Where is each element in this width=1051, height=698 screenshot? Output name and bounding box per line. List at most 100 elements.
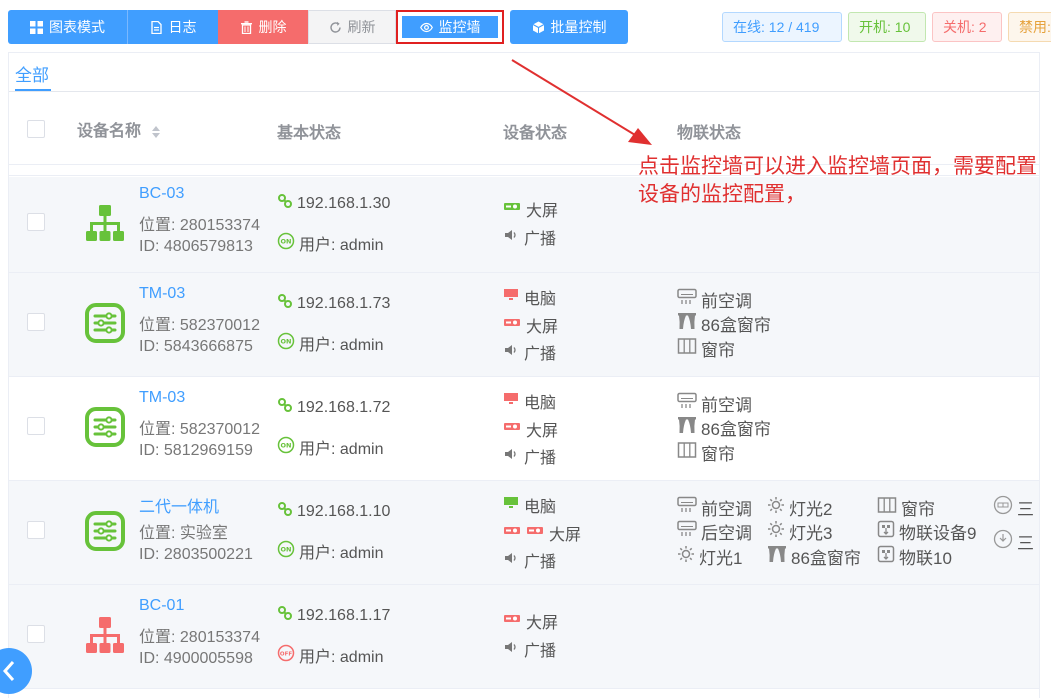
iot-status-item[interactable]: 灯光2: [767, 495, 832, 520]
iot-status-label: 窗帘: [701, 445, 735, 464]
select-all-checkbox[interactable]: [27, 120, 45, 138]
device-status-item: 广播: [503, 340, 556, 364]
annotation-text: 点击监控墙可以进入监控墙页面，需要配置设备的监控配置，: [638, 154, 1037, 206]
monitor-wall-label: 监控墙: [438, 19, 481, 35]
svg-text:OFF: OFF: [280, 651, 292, 657]
iot-status-item[interactable]: 窗帘: [877, 495, 935, 520]
refresh-label: 刷新: [347, 19, 376, 35]
device-name-link[interactable]: BC-03: [139, 185, 184, 203]
device-location: 位置: 582370012: [139, 421, 260, 438]
broadcast-icon: [503, 447, 519, 466]
iot-status-item[interactable]: 窗帘: [677, 336, 735, 361]
large-screen-icon: [503, 420, 521, 438]
user-value: 用户: admin: [299, 441, 384, 458]
monitor-wall-button[interactable]: 监控墙: [396, 10, 504, 44]
device-status-item: 大屏: [503, 417, 558, 441]
device-location: 位置: 582370012: [139, 317, 260, 334]
cube-icon: [532, 21, 544, 33]
iot-status-item[interactable]: 86盒窗帘: [677, 415, 771, 440]
delete-label: 删除: [258, 19, 287, 35]
iot-status-item[interactable]: 后空调: [677, 519, 752, 544]
device-status-item: 广播: [503, 548, 556, 572]
trash-icon: [240, 20, 252, 34]
iot-status-item[interactable]: 灯光1: [677, 544, 742, 569]
power-off-badge: 关机: 2: [932, 12, 1002, 42]
terminal-icon: [83, 301, 127, 345]
link-icon: [277, 605, 293, 626]
ip-value: 192.168.1.72: [297, 398, 391, 416]
user-info: ON 用户: admin: [277, 331, 383, 355]
table-row[interactable]: TM-03 位置: 582370012 ID: 5843666875 192.168.…: [9, 273, 1039, 377]
power-on-badge: 开机: 10: [848, 12, 926, 42]
iot-status-item[interactable]: 三: [993, 529, 1034, 554]
device-status-item: 广播: [503, 444, 556, 468]
ip-value: 192.168.1.30: [297, 194, 391, 212]
log-button[interactable]: 日志: [128, 10, 218, 44]
iot-status-item[interactable]: 前空调: [677, 495, 752, 520]
user-value: 用户: admin: [299, 337, 384, 354]
batch-control-label: 批量控制: [550, 19, 607, 35]
iot-status-item[interactable]: 灯光3: [767, 519, 832, 544]
device-name-link[interactable]: TM-03: [139, 389, 185, 407]
link-icon: [277, 501, 293, 522]
delete-button[interactable]: 删除: [218, 10, 308, 44]
sort-icon[interactable]: [151, 125, 161, 139]
link-icon: [277, 193, 293, 214]
iot-device-icon: [877, 545, 895, 568]
device-status-label: 电脑: [524, 291, 557, 308]
air-conditioner-icon: [677, 392, 697, 415]
row-checkbox[interactable]: [27, 213, 45, 231]
batch-control-button[interactable]: 批量控制: [510, 10, 628, 44]
pc-icon: [503, 496, 519, 515]
ip-address: 192.168.1.10: [277, 501, 390, 522]
iot-status-item[interactable]: 前空调: [677, 287, 752, 312]
refresh-button[interactable]: 刷新: [308, 10, 396, 44]
iot-status-label: 前空调: [701, 500, 752, 519]
table-row[interactable]: TM-03 位置: 582370012 ID: 5812969159 192.168.…: [9, 377, 1039, 481]
device-status-label: 电脑: [524, 499, 557, 516]
column-header-name[interactable]: 设备名称: [77, 117, 161, 141]
user-value: 用户: admin: [299, 237, 384, 254]
device-panel: 全部 设备名称 基本状态 设备状态 物联状态 BC-03 位置: 28015337…: [8, 52, 1040, 698]
column-header-device: 设备状态: [503, 125, 568, 142]
row-checkbox[interactable]: [27, 313, 45, 331]
chart-mode-button[interactable]: 图表模式: [8, 10, 128, 44]
iot-status-label: 86盒窗帘: [791, 549, 861, 568]
power-on-icon: ON: [277, 232, 295, 255]
device-status-item: 电脑: [503, 493, 556, 517]
iot-status-label: 灯光1: [699, 549, 743, 568]
power-on-icon: ON: [277, 436, 295, 459]
iot-status-item[interactable]: 86盒窗帘: [767, 544, 861, 569]
iot-status-item[interactable]: 86盒窗帘: [677, 311, 771, 336]
device-status-label: 广播: [524, 346, 557, 363]
iot-status-item[interactable]: 前空调: [677, 391, 752, 416]
device-circle-icon: [993, 529, 1013, 554]
curtain-switch-icon: [767, 545, 787, 568]
iot-status-item[interactable]: 物联设备9: [877, 519, 976, 544]
iot-status-item[interactable]: 三: [993, 495, 1034, 520]
table-row[interactable]: 二代一体机 位置: 实验室 ID: 2803500221 192.168.1.10 ON…: [9, 481, 1039, 585]
tab-all[interactable]: 全部: [15, 61, 49, 86]
device-status-item: 广播: [503, 225, 556, 249]
device-status-label: 广播: [524, 643, 557, 660]
iot-status-label: 窗帘: [701, 341, 735, 360]
iot-status-label: 三: [1017, 534, 1034, 553]
device-name-link[interactable]: 二代一体机: [139, 493, 219, 517]
monitor-wall-inner: 监控墙: [401, 15, 499, 39]
device-name-link[interactable]: TM-03: [139, 285, 185, 303]
device-status-label: 广播: [524, 231, 557, 248]
iot-status-label: 物联设备9: [899, 524, 977, 543]
user-value: 用户: admin: [299, 545, 384, 562]
row-checkbox[interactable]: [27, 521, 45, 539]
row-checkbox[interactable]: [27, 625, 45, 643]
chart-mode-label: 图表模式: [49, 19, 105, 35]
terminal-icon: [83, 405, 127, 449]
iot-status-item[interactable]: 窗帘: [677, 440, 735, 465]
device-name-link[interactable]: BC-01: [139, 597, 184, 615]
table-row[interactable]: BC-01 位置: 280153374 ID: 4900005598 192.168.…: [9, 585, 1039, 689]
device-status-item: 广播: [503, 637, 556, 661]
svg-text:ON: ON: [281, 337, 292, 345]
broadcast-icon: [503, 640, 519, 659]
row-checkbox[interactable]: [27, 417, 45, 435]
iot-status-item[interactable]: 物联10: [877, 544, 952, 569]
